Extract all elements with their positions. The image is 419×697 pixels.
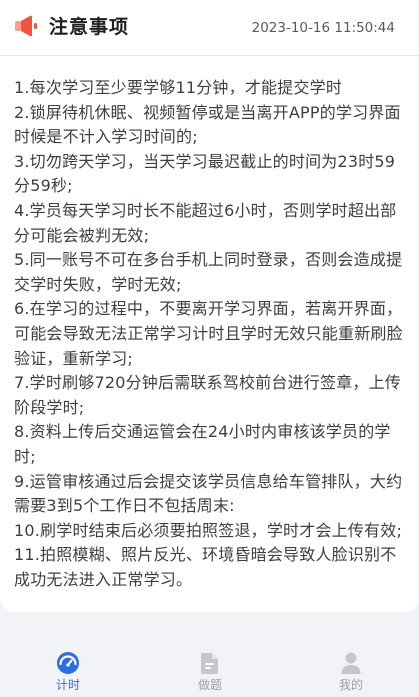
page-title: 注意事项 xyxy=(49,16,130,38)
bottom-tab-bar: 计时 做题 我的 xyxy=(0,633,419,697)
timer-icon xyxy=(57,652,79,674)
tab-label: 计时 xyxy=(55,678,80,692)
notice-item: 3.切勿跨天学习，当天学习最迟截止的时间为23时59分59秒; xyxy=(14,151,396,196)
tab-label: 我的 xyxy=(338,678,363,692)
notice-item: 6.在学习的过程中，不要离开学习界面，若离开界面，可能会导致无法正常学习计时且学… xyxy=(14,299,403,368)
tab-timer[interactable]: 计时 xyxy=(28,633,108,697)
speaker-icon xyxy=(15,15,37,37)
notice-item: 2.锁屏待机休眠、视频暂停或是当离开APP的学习界面时候是不计入学习时间的; xyxy=(14,102,401,147)
tab-label: 做题 xyxy=(197,678,222,692)
notice-list: 1.每次学习至少要学够11分钟，才能提交学时 2.锁屏待机休眠、视频暂停或是当离… xyxy=(14,76,410,592)
tab-mine[interactable]: 我的 xyxy=(311,633,391,697)
tab-quiz[interactable]: 做题 xyxy=(170,633,250,697)
notice-item: 5.同一账号不可在多台手机上同时登录，否则会造成提交学时失败，学时无效; xyxy=(14,250,403,294)
notice-item: 1.每次学习至少要学够11分钟，才能提交学时 xyxy=(14,78,343,97)
notice-item: 9.运管审核通过后会提交该学员信息给车管排队，大约需要3到5个工作日不包括周末: xyxy=(14,471,403,516)
notice-item: 8.资料上传后交通运管会在24小时内审核该学员的学时; xyxy=(14,422,391,466)
document-icon xyxy=(201,653,218,674)
notice-header: 注意事项 2023-10-16 11:50:44 xyxy=(0,0,419,56)
notice-item: 7.学时刷够720分钟后需联系驾校前台进行签章，上传阶段学时; xyxy=(14,373,402,417)
user-icon xyxy=(341,652,361,674)
notice-item: 11.拍照模糊、照片反光、环境昏暗会导致人脸识别不成功无法进入正常学习。 xyxy=(14,545,397,589)
notice-item: 4.学员每天学习时长不能超过6小时，否则学时超出部分可能会被判无效; xyxy=(14,200,397,245)
notice-item: 10.刷学时结束后必须要拍照签退，学时才会上传有效; xyxy=(14,520,403,540)
notice-card: 注意事项 2023-10-16 11:50:44 1.每次学习至少要学够11分钟… xyxy=(0,0,419,612)
datetime-label: 2023-10-16 11:50:44 xyxy=(251,20,395,36)
